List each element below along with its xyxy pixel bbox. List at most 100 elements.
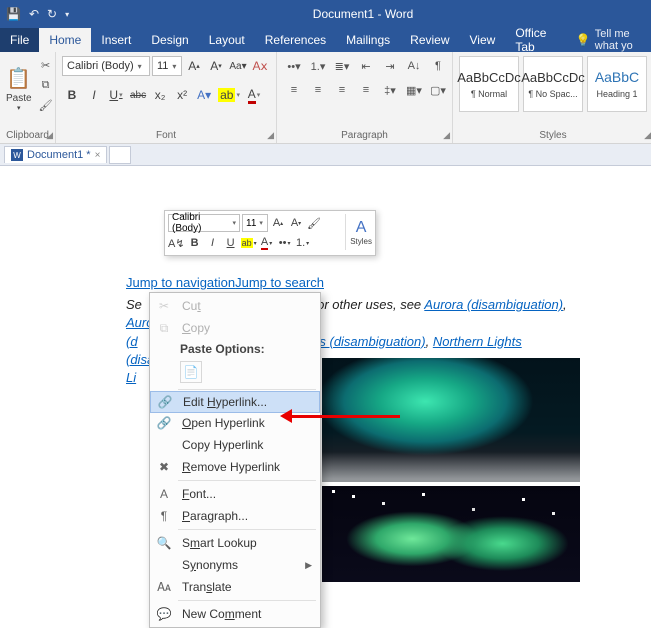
mt-highlight[interactable]: ab▾ (241, 234, 257, 252)
link-aurora-disambiguation[interactable]: Aurora (disambiguation) (424, 297, 563, 312)
justify-button[interactable]: ≡ (355, 80, 377, 100)
tab-mailings[interactable]: Mailings (336, 28, 400, 52)
paste-keep-text-icon[interactable]: 📄 (180, 361, 202, 383)
ctx-font[interactable]: AFont... (150, 483, 320, 505)
align-left-button[interactable]: ≡ (283, 80, 305, 100)
lightbulb-icon: 💡 (576, 33, 591, 47)
bold-button[interactable]: B (62, 84, 82, 106)
tell-me[interactable]: 💡 Tell me what yo (568, 28, 651, 52)
mt-bold[interactable]: B (187, 234, 203, 252)
italic-button[interactable]: I (84, 84, 104, 106)
mt-autoformat[interactable]: A↯ (168, 234, 185, 252)
redo-icon[interactable]: ↻ (47, 7, 57, 21)
tab-home[interactable]: Home (39, 28, 91, 52)
copy-button[interactable]: ⧉ (36, 76, 56, 94)
cut-button[interactable]: ✂ (36, 56, 56, 74)
link-jump-navigation[interactable]: Jump to navigation (126, 275, 235, 290)
text-effects-button[interactable]: A▾ (194, 84, 214, 106)
paste-button[interactable]: 📋 Paste ▾ (6, 56, 32, 122)
style-no-spacing[interactable]: AaBbCcDc ¶ No Spac... (523, 56, 583, 112)
borders-button[interactable]: ▢▾ (427, 80, 449, 100)
font-launcher-icon[interactable]: ◢ (267, 130, 274, 141)
align-right-button[interactable]: ≡ (331, 80, 353, 100)
mt-styles-button[interactable]: A Styles (345, 214, 372, 250)
style-preview: AaBbCcDc (457, 70, 521, 85)
mt-underline[interactable]: U (223, 234, 239, 252)
link-fragment[interactable]: (d (126, 334, 138, 349)
mt-shrink-font[interactable]: A▾ (288, 214, 304, 232)
ctx-paragraph[interactable]: ¶Paragraph... (150, 505, 320, 527)
mt-numbering[interactable]: 1.▾ (295, 234, 311, 252)
mt-format-painter[interactable]: 🖌 (306, 214, 322, 232)
paste-icon: 📋 (6, 66, 31, 91)
group-label-clipboard: Clipboard (6, 128, 49, 141)
tab-review[interactable]: Review (400, 28, 459, 52)
shading-button[interactable]: ▦▾ (403, 80, 425, 100)
save-icon[interactable]: 💾 (6, 7, 21, 21)
cut-icon: ✂ (154, 299, 174, 313)
font-color-button[interactable]: A▾ (244, 84, 264, 106)
close-icon[interactable]: × (95, 150, 101, 161)
image-aurora-1[interactable] (322, 358, 580, 482)
ctx-smart-lookup[interactable]: 🔍Smart Lookup (150, 532, 320, 554)
subscript-button[interactable]: x₂ (150, 84, 170, 106)
qat-dropdown-icon[interactable]: ▾ (65, 10, 69, 19)
tab-insert[interactable]: Insert (91, 28, 141, 52)
sort-button[interactable]: A↓ (403, 56, 425, 76)
ctx-synonyms[interactable]: Synonyms▶ (150, 554, 320, 576)
new-tab-button[interactable] (109, 146, 131, 164)
strikethrough-button[interactable]: abc (128, 84, 148, 106)
document-area[interactable]: Calibri (Body)▾ 11▾ A▴ A▾ 🖌 A↯ B I U ab▾… (0, 166, 651, 560)
line-spacing-button[interactable]: ‡▾ (379, 80, 401, 100)
chevron-down-icon: ▾ (172, 62, 176, 71)
link-jump-search[interactable]: Jump to search (235, 275, 324, 290)
mt-bullets[interactable]: ••▾ (277, 234, 293, 252)
multilevel-button[interactable]: ≣▾ (331, 56, 353, 76)
tab-file[interactable]: File (0, 28, 39, 52)
grow-font-button[interactable]: A▴ (184, 56, 204, 76)
shrink-font-button[interactable]: A▾ (206, 56, 226, 76)
link-fragment-li[interactable]: Li (126, 370, 136, 385)
paragraph-launcher-icon[interactable]: ◢ (443, 130, 450, 141)
underline-button[interactable]: U▾ (106, 84, 126, 106)
numbering-button[interactable]: 1.▾ (307, 56, 329, 76)
window-title: Document1 - Word (75, 7, 651, 21)
format-painter-button[interactable]: 🖌 (36, 96, 56, 114)
font-icon: A (154, 487, 174, 501)
styles-launcher-icon[interactable]: ◢ (644, 130, 651, 141)
ctx-translate[interactable]: 🗛Translate (150, 576, 320, 598)
tab-references[interactable]: References (255, 28, 336, 52)
tab-office-tab[interactable]: Office Tab (505, 28, 568, 52)
font-size-combo[interactable]: 11▾ (152, 56, 182, 76)
ctx-edit-hyperlink[interactable]: 🔗Edit Hyperlink... (150, 391, 320, 413)
tab-layout[interactable]: Layout (199, 28, 255, 52)
mt-italic[interactable]: I (205, 234, 221, 252)
ctx-remove-hyperlink[interactable]: ✖Remove Hyperlink (150, 456, 320, 478)
change-case-button[interactable]: Aa▾ (228, 56, 248, 76)
style-label: ¶ No Spac... (528, 89, 577, 99)
document-tab[interactable]: W Document1 * × (4, 146, 107, 163)
undo-icon[interactable]: ↶ (29, 7, 39, 21)
increase-indent-button[interactable]: ⇥ (379, 56, 401, 76)
ctx-new-comment[interactable]: 💬New Comment (150, 603, 320, 625)
ctx-copy-hyperlink[interactable]: Copy Hyperlink (150, 434, 320, 456)
bullets-button[interactable]: ••▾ (283, 56, 305, 76)
mt-grow-font[interactable]: A▴ (270, 214, 286, 232)
clear-formatting-button[interactable]: A𝗑 (250, 56, 270, 76)
style-normal[interactable]: AaBbCcDc ¶ Normal (459, 56, 519, 112)
mt-font-combo[interactable]: Calibri (Body)▾ (168, 214, 240, 232)
tab-design[interactable]: Design (141, 28, 198, 52)
tab-view[interactable]: View (460, 28, 506, 52)
style-heading1[interactable]: AaBbC Heading 1 (587, 56, 647, 112)
show-marks-button[interactable]: ¶ (427, 56, 449, 76)
mt-font-color[interactable]: A▾ (259, 234, 275, 252)
mt-size-combo[interactable]: 11▾ (242, 214, 268, 232)
highlight-button[interactable]: ab▾ (216, 84, 242, 106)
font-name-combo[interactable]: Calibri (Body)▾ (62, 56, 150, 76)
clipboard-launcher-icon[interactable]: ◢ (46, 130, 53, 141)
superscript-button[interactable]: x² (172, 84, 192, 106)
ribbon: 📋 Paste ▾ ✂ ⧉ 🖌 Clipboard ◢ Calibri (Bod… (0, 52, 651, 144)
image-aurora-2[interactable] (322, 486, 580, 582)
decrease-indent-button[interactable]: ⇤ (355, 56, 377, 76)
align-center-button[interactable]: ≡ (307, 80, 329, 100)
